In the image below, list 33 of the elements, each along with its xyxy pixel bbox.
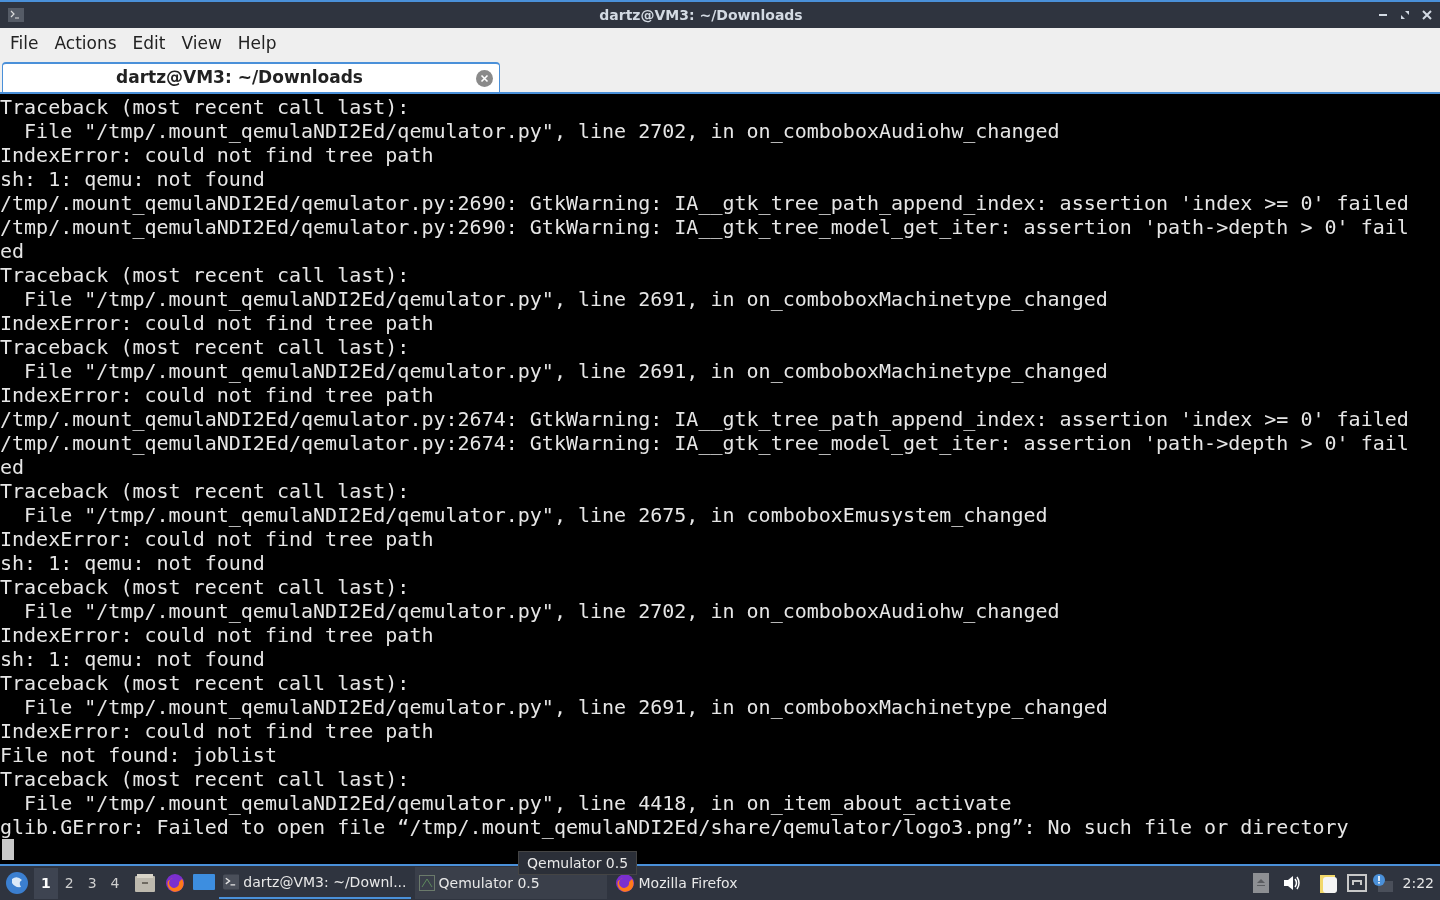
tooltip: Qemulator 0.5 <box>518 851 638 875</box>
terminal-line: Traceback (most recent call last): <box>0 263 410 287</box>
terminal-line: Traceback (most recent call last): <box>0 335 410 359</box>
terminal-line: ed <box>0 455 25 479</box>
terminal-line: sh: 1: qemu: not found <box>0 551 265 575</box>
terminal-line: File "/tmp/.mount_qemulaNDI2Ed/qemulator.py", line 2691, in on_comboboxMachinetype_changed <box>23 695 1108 719</box>
terminal-line: IndexError: could not find tree path <box>0 719 434 743</box>
terminal-line: /tmp/.mount_qemulaNDI2Ed/qemulator.py:2674: GtkWarning: IA__gtk_tree_model_get_iter: assertion 'path->depth > 0' fail <box>0 431 1409 455</box>
terminal-line: Traceback (most recent call last): <box>0 95 410 119</box>
terminal-line: Traceback (most recent call last): <box>0 767 410 791</box>
terminal-line: sh: 1: qemu: not found <box>0 647 265 671</box>
terminal-line: File not found: joblist <box>0 743 277 767</box>
terminal-line: Traceback (most recent call last): <box>0 671 410 695</box>
terminal-line: /tmp/.mount_qemulaNDI2Ed/qemulator.py:2674: GtkWarning: IA__gtk_tree_path_append_index: assertion 'index >= 0' failed <box>0 407 1409 431</box>
terminal-line: IndexError: could not find tree path <box>0 143 434 167</box>
terminal-line: File "/tmp/.mount_qemulaNDI2Ed/qemulator.py", line 2675, in comboboxEmusystem_changed <box>23 503 1048 527</box>
terminal-line: Traceback (most recent call last): <box>0 575 410 599</box>
terminal-line: ed <box>0 239 25 263</box>
terminal-line: File "/tmp/.mount_qemulaNDI2Ed/qemulator.py", line 2702, in on_comboboxAudiohw_changed <box>23 119 1060 143</box>
terminal-line: File "/tmp/.mount_qemulaNDI2Ed/qemulator.py", line 4418, in on_item_about_activate <box>23 791 1012 815</box>
window-title: dartz@VM3: ~/Downloads <box>598 5 804 25</box>
terminal-line: File "/tmp/.mount_qemulaNDI2Ed/qemulator.py", line 2691, in on_comboboxMachinetype_changed <box>23 287 1108 311</box>
terminal-line: IndexError: could not find tree path <box>0 311 434 335</box>
terminal-line: Traceback (most recent call last): <box>0 479 410 503</box>
terminal-line: /tmp/.mount_qemulaNDI2Ed/qemulator.py:2690: GtkWarning: IA__gtk_tree_path_append_index: assertion 'index >= 0' failed <box>0 191 1409 215</box>
terminal-line: IndexError: could not find tree path <box>0 527 434 551</box>
terminal-line: File "/tmp/.mount_qemulaNDI2Ed/qemulator.py", line 2691, in on_comboboxMachinetype_changed <box>23 359 1108 383</box>
terminal-line: IndexError: could not find tree path <box>0 623 434 647</box>
terminal-line: File "/tmp/.mount_qemulaNDI2Ed/qemulator.py", line 2702, in on_comboboxAudiohw_changed <box>23 599 1060 623</box>
terminal-line: sh: 1: qemu: not found <box>0 167 265 191</box>
terminal-line: IndexError: could not find tree path <box>0 383 434 407</box>
terminal-line: glib.GError: Failed to open file “/tmp/.mount_qemulaNDI2Ed/share/qemulator/logo3.png”: No such file or directory <box>0 815 1349 839</box>
terminal-line: /tmp/.mount_qemulaNDI2Ed/qemulator.py:2690: GtkWarning: IA__gtk_tree_model_get_iter: assertion 'path->depth > 0' fail <box>0 215 1409 239</box>
